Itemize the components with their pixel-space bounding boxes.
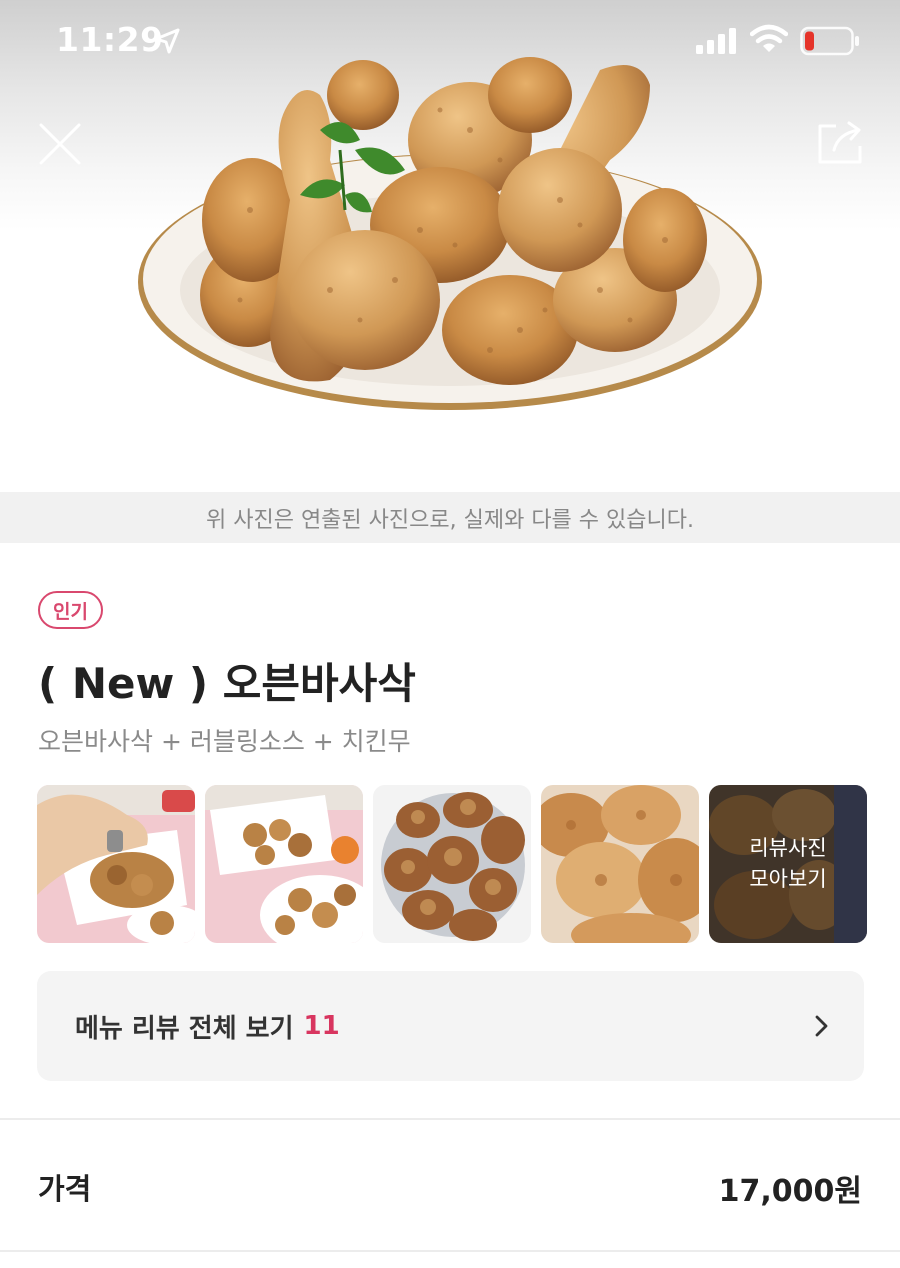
price-label: 가격 bbox=[38, 1172, 92, 1206]
review-photos-more-label: 리뷰사진 모아보기 bbox=[709, 785, 867, 943]
popular-badge: 인기 bbox=[38, 591, 103, 629]
review-photo[interactable] bbox=[541, 785, 699, 943]
cellular-signal-icon bbox=[696, 28, 738, 58]
photo-disclaimer: 위 사진은 연출된 사진으로, 실제와 다를 수 있습니다. bbox=[0, 492, 900, 543]
share-button[interactable] bbox=[816, 118, 864, 166]
share-icon bbox=[818, 121, 862, 164]
status-time: 11:29 bbox=[56, 20, 164, 59]
chevron-right-icon bbox=[815, 1015, 828, 1037]
review-photo[interactable] bbox=[205, 785, 363, 943]
wifi-icon bbox=[749, 24, 789, 58]
close-button[interactable] bbox=[38, 122, 82, 166]
location-arrow-icon bbox=[154, 28, 180, 58]
section-divider bbox=[0, 1250, 900, 1252]
review-photo[interactable] bbox=[373, 785, 531, 943]
section-divider bbox=[0, 1118, 900, 1120]
hero-image-area: 11:29 bbox=[0, 0, 900, 492]
status-bar: 11:29 bbox=[0, 0, 900, 80]
review-count: 11 bbox=[303, 1011, 340, 1041]
close-icon bbox=[39, 123, 81, 165]
price-value: 17,000원 bbox=[718, 1174, 862, 1209]
all-reviews-label: 메뉴 리뷰 전체 보기 bbox=[75, 1013, 294, 1044]
review-photo-strip: 리뷰사진 모아보기 bbox=[37, 785, 867, 943]
review-photos-more-button[interactable]: 리뷰사진 모아보기 bbox=[709, 785, 867, 943]
menu-description: 오븐바사삭 + 러블링소스 + 치킨무 bbox=[38, 727, 411, 756]
menu-title: ( New ) 오븐바사삭 bbox=[38, 659, 416, 708]
battery-low-icon bbox=[800, 26, 860, 60]
review-photo[interactable] bbox=[37, 785, 195, 943]
all-menu-reviews-button[interactable]: 메뉴 리뷰 전체 보기 11 bbox=[37, 971, 864, 1081]
